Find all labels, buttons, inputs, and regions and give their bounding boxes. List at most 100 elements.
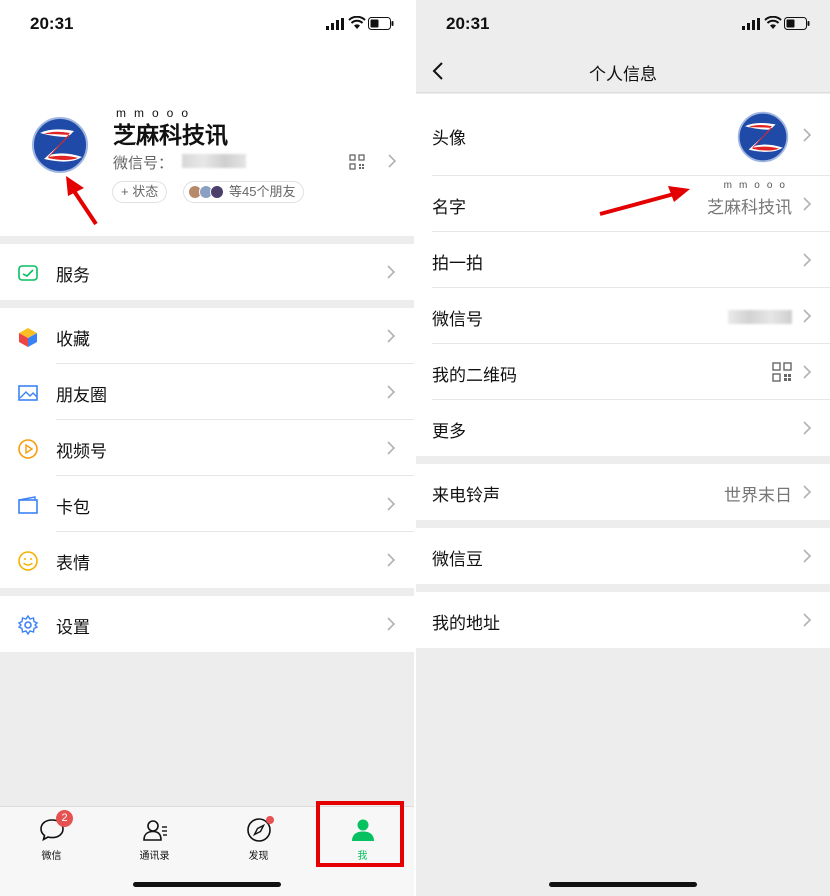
menu-item-label: 收藏 (56, 330, 90, 349)
home-indicator (549, 882, 697, 887)
chevron-right-icon (803, 485, 812, 499)
row-wechat-beans[interactable]: 微信豆 (416, 528, 830, 584)
card-wallet-icon (18, 496, 38, 514)
chevron-right-icon (387, 265, 396, 279)
menu-item-services[interactable]: 服务 (0, 244, 414, 300)
avatar (737, 111, 789, 163)
tab-label: 通讯录 (139, 851, 170, 862)
qr-code-icon[interactable] (349, 154, 365, 170)
row-avatar[interactable]: 头像 (416, 94, 830, 176)
chevron-right-icon (803, 549, 812, 563)
menu-group-main: 收藏 朋友圈 视频号 卡包 表情 (0, 308, 414, 588)
row-label: 名字 (432, 198, 466, 217)
me-screen: 20:31 mmooo 芝麻科技讯 微信号： + 状态 等45个朋友 服务 收藏… (0, 0, 414, 896)
annotation-arrow-icon (599, 186, 690, 216)
nav-bar: 20:31 个人信息 (416, 0, 830, 93)
menu-item-label: 设置 (56, 618, 90, 637)
battery-icon (368, 17, 394, 30)
tab-discover[interactable]: 发现 (207, 807, 310, 867)
signal-icon (326, 18, 344, 30)
chevron-right-icon (803, 365, 812, 379)
menu-item-label: 服务 (56, 266, 90, 285)
signal-icon (742, 18, 760, 30)
annotation-arrow-icon (66, 176, 98, 226)
info-group-profile: 头像 名字 mmooo 芝麻科技讯 拍一拍 微信号 我的二维码 更多 (416, 94, 830, 456)
battery-icon (784, 17, 810, 30)
wechat-id-blurred (728, 310, 792, 324)
chevron-right-icon (387, 553, 396, 567)
annotation-highlight-box (316, 801, 404, 867)
emoji-smile-icon (18, 551, 38, 571)
menu-item-favorites[interactable]: 收藏 (0, 308, 414, 364)
add-status-button[interactable]: + 状态 (112, 181, 168, 203)
friends-count-text: 等45个朋友 (229, 184, 296, 199)
menu-item-settings[interactable]: 设置 (0, 596, 414, 652)
wechat-id-blurred (182, 154, 246, 168)
row-name[interactable]: 名字 mmooo 芝麻科技讯 (416, 176, 830, 232)
unread-badge: 2 (56, 810, 73, 827)
pay-icon (18, 265, 38, 281)
status-time: 20:31 (30, 14, 74, 33)
friends-status-chip[interactable]: 等45个朋友 (183, 181, 305, 203)
chevron-right-icon (387, 329, 396, 343)
wifi-icon (348, 16, 366, 29)
chevron-right-icon (388, 154, 397, 168)
info-group-beans: 微信豆 (416, 528, 830, 584)
row-wechat-id[interactable]: 微信号 (416, 288, 830, 344)
chevron-right-icon (803, 197, 812, 211)
channels-play-icon (18, 439, 38, 459)
row-label: 我的二维码 (432, 366, 517, 385)
row-label: 我的地址 (432, 614, 500, 633)
nickname: 芝麻科技讯 (113, 122, 228, 148)
row-value: 芝麻科技讯 (707, 198, 792, 217)
row-my-qr-code[interactable]: 我的二维码 (416, 344, 830, 400)
menu-item-label: 朋友圈 (56, 386, 107, 405)
status-bar: 20:31 (0, 0, 414, 48)
wechat-id-label: 微信号： (113, 155, 174, 172)
personal-info-screen: 20:31 个人信息 头像 名字 mmooo 芝麻科技讯 拍一拍 微信号 我的二… (416, 0, 830, 896)
avatar[interactable] (30, 115, 90, 175)
row-label: 微信豆 (432, 550, 483, 569)
status-time: 20:31 (446, 14, 490, 33)
chevron-right-icon (387, 497, 396, 511)
row-pat[interactable]: 拍一拍 (416, 232, 830, 288)
chevron-right-icon (387, 441, 396, 455)
gear-icon (17, 614, 39, 636)
tab-chats[interactable]: 2 微信 (0, 807, 103, 867)
info-group-ringtone: 来电铃声 世界末日 (416, 464, 830, 520)
friend-avatar (210, 185, 224, 199)
discover-dot-badge (266, 816, 274, 824)
menu-item-channels[interactable]: 视频号 (0, 420, 414, 476)
menu-item-card-wallet[interactable]: 卡包 (0, 476, 414, 532)
menu-item-label: 视频号 (56, 442, 107, 461)
menu-item-moments[interactable]: 朋友圈 (0, 364, 414, 420)
row-label: 来电铃声 (432, 486, 500, 505)
row-ringtone[interactable]: 来电铃声 世界末日 (416, 464, 830, 520)
row-label: 拍一拍 (432, 254, 483, 273)
row-label: 更多 (432, 422, 466, 441)
row-more[interactable]: 更多 (416, 400, 830, 456)
wifi-icon (764, 16, 782, 29)
chevron-right-icon (803, 128, 812, 142)
menu-item-label: 卡包 (56, 498, 90, 517)
moments-image-icon (18, 385, 38, 401)
favorites-cube-icon (19, 328, 37, 347)
row-value: 世界末日 (724, 486, 792, 505)
chevron-right-icon (803, 253, 812, 267)
menu-group-services: 服务 (0, 244, 414, 300)
menu-item-stickers[interactable]: 表情 (0, 532, 414, 588)
qr-code-icon (772, 362, 792, 382)
row-value-dots: mmooo (723, 180, 792, 191)
row-label: 微信号 (432, 310, 483, 329)
row-label: 头像 (432, 129, 466, 148)
chevron-right-icon (803, 309, 812, 323)
menu-item-label: 表情 (56, 554, 90, 573)
chevron-right-icon (387, 385, 396, 399)
status-bar: 20:31 (416, 0, 830, 48)
row-my-address[interactable]: 我的地址 (416, 592, 830, 648)
profile-header[interactable]: 20:31 mmooo 芝麻科技讯 微信号： + 状态 等45个朋友 (0, 0, 414, 236)
chevron-right-icon (803, 421, 812, 435)
chevron-right-icon (387, 617, 396, 631)
tab-contacts[interactable]: 通讯录 (103, 807, 206, 867)
chevron-right-icon (803, 613, 812, 627)
